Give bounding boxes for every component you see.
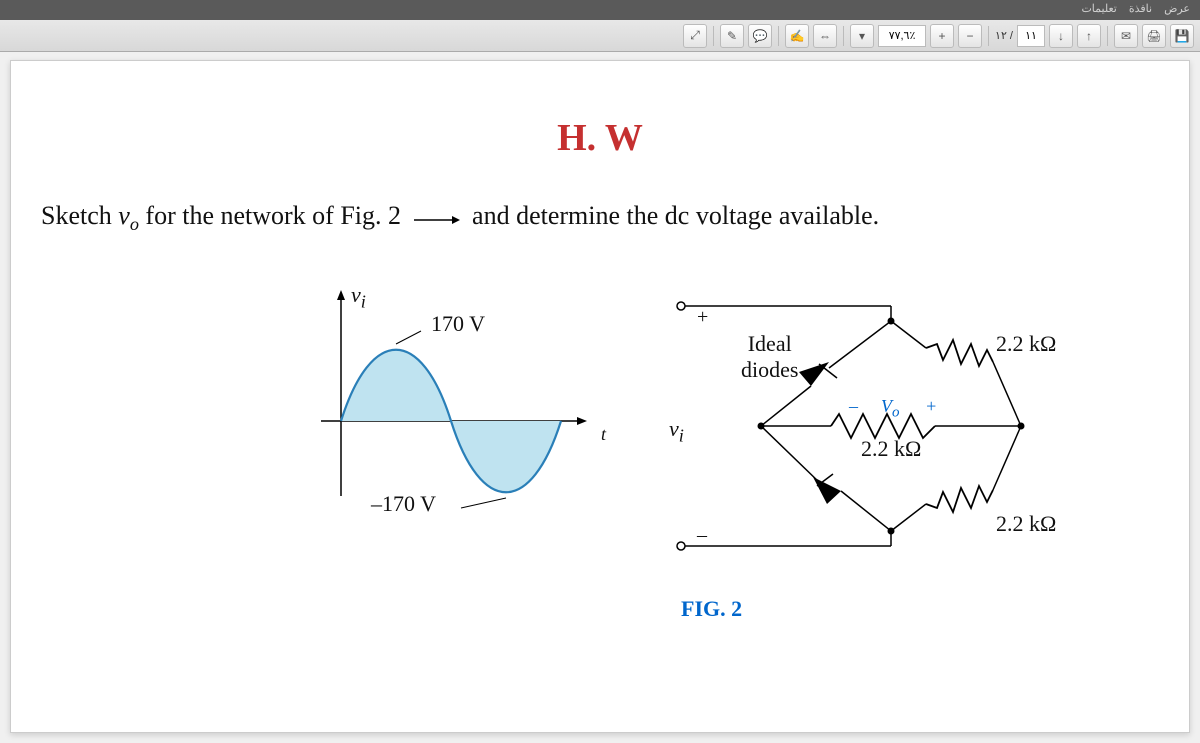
page-current[interactable]: ١١ xyxy=(1017,25,1045,47)
neg-peak-label: –170 V xyxy=(371,491,436,517)
page-title: H. W xyxy=(11,116,1189,160)
menu-help[interactable]: تعليمات xyxy=(1081,2,1116,18)
comment-icon[interactable]: 💬 xyxy=(748,24,772,48)
expand-icon[interactable]: ⤢ xyxy=(683,24,707,48)
r-load: 2.2 kΩ xyxy=(861,436,921,462)
menu-window[interactable]: نافذة xyxy=(1129,2,1152,18)
print-icon[interactable]: 🖨 xyxy=(1142,24,1166,48)
document-page: H. W Sketch vo for the network of Fig. 2… xyxy=(10,60,1190,733)
save-icon[interactable]: 💾 xyxy=(1170,24,1194,48)
vi-axis-label: vi xyxy=(351,282,366,312)
menu-bar: عرض نافذة تعليمات xyxy=(0,0,1200,20)
figure-caption: FIG. 2 xyxy=(681,596,742,622)
ideal-diodes-label: Idealdiodes xyxy=(741,331,798,383)
vin-plus: + xyxy=(697,306,708,329)
menu-view[interactable]: عرض xyxy=(1164,2,1190,18)
r-top-right: 2.2 kΩ xyxy=(996,331,1056,357)
zoom-out-icon[interactable]: − xyxy=(958,24,982,48)
zoom-in-icon[interactable]: + xyxy=(930,24,954,48)
fit-width-icon[interactable]: ⇔ xyxy=(813,24,837,48)
vin-minus: – xyxy=(697,524,707,547)
pos-peak-label: 170 V xyxy=(431,311,485,337)
vo-minus: – xyxy=(849,396,858,417)
toolbar: ⤢ ✎ 💬 ✍ ⇔ ▾ ٧٧,٦٪ + − ١٢ / ١١ ↓ ↑ ✉ 🖨 💾 xyxy=(0,20,1200,52)
r-bottom-right: 2.2 kΩ xyxy=(996,511,1056,537)
page-up-icon[interactable]: ↑ xyxy=(1077,24,1101,48)
page-total: ١٢ / xyxy=(995,29,1013,42)
figure-area: vi 170 V –170 V t xyxy=(41,276,1159,702)
email-icon[interactable]: ✉ xyxy=(1114,24,1138,48)
zoom-dropdown-icon[interactable]: ▾ xyxy=(850,24,874,48)
t-axis-label: t xyxy=(601,424,606,445)
highlight-icon[interactable]: ✎ xyxy=(720,24,744,48)
signature-icon[interactable]: ✍ xyxy=(785,24,809,48)
vin-label: vi xyxy=(669,416,684,446)
page-down-icon[interactable]: ↓ xyxy=(1049,24,1073,48)
problem-statement: Sketch vo for the network of Fig. 2 and … xyxy=(41,201,1159,235)
zoom-level[interactable]: ٧٧,٦٪ xyxy=(878,25,926,47)
bridge-circuit xyxy=(641,276,1141,576)
vo-label: Vo xyxy=(881,396,900,422)
vo-plus: + xyxy=(925,396,937,417)
